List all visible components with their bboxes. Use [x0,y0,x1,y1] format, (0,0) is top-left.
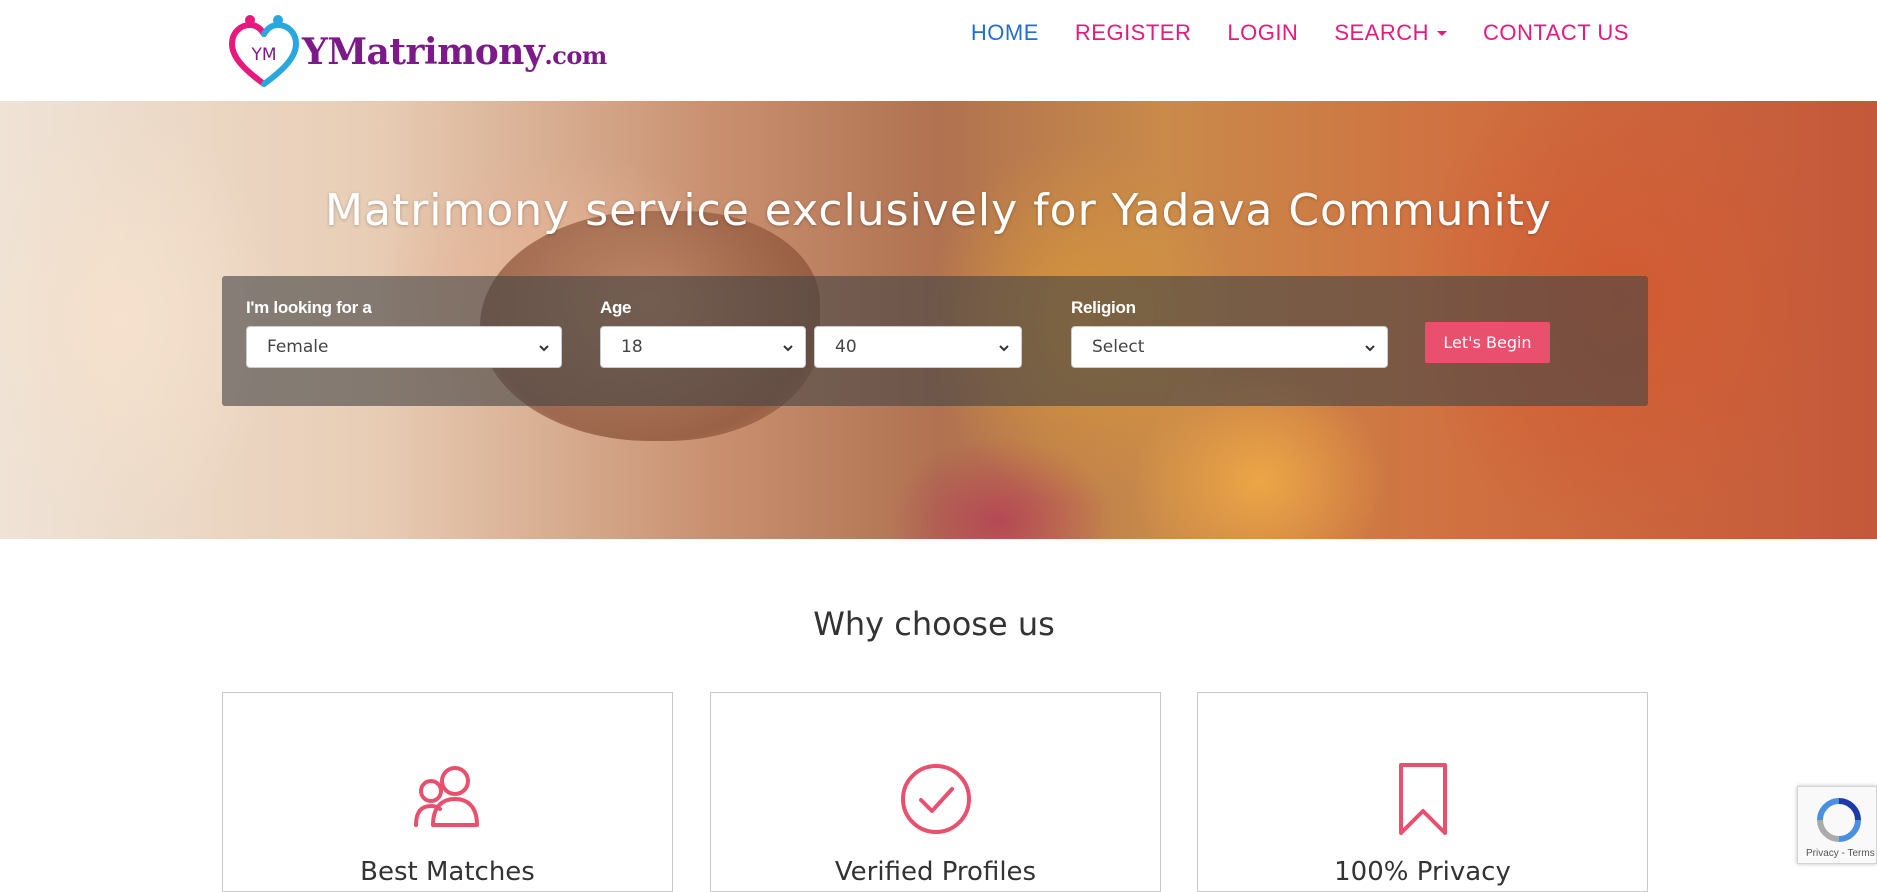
age-max-select[interactable]: 40 [814,326,1022,368]
recaptcha-badge[interactable]: Privacy - Terms [1797,786,1877,864]
chevron-down-icon [999,345,1009,352]
nav-search-dropdown[interactable]: SEARCH [1316,18,1465,48]
users-icon [413,766,479,827]
age-min-value: 18 [621,337,643,357]
feature-title: Best Matches [360,857,535,887]
chevron-down-icon [783,345,793,352]
chevron-down-icon [1365,345,1375,352]
hero-title: Matrimony service exclusively for Yadava… [325,185,1552,236]
recaptcha-icon [1817,798,1861,842]
lets-begin-button[interactable]: Let's Begin [1425,322,1550,363]
religion-value: Select [1092,337,1145,357]
check-circle-icon [900,764,971,834]
nav-register[interactable]: REGISTER [1057,18,1209,48]
looking-for-value: Female [267,337,329,357]
religion-select[interactable]: Select [1071,326,1388,368]
bookmark-icon [1398,763,1447,835]
quick-search-form: I'm looking for a Female Age 18 40 Relig… [222,276,1648,406]
caret-down-icon [1437,30,1448,36]
logo-initials: YM [250,45,276,65]
recaptcha-links[interactable]: Privacy - Terms [1806,848,1875,859]
age-max-value: 40 [835,337,857,357]
age-min-select[interactable]: 18 [600,326,806,368]
nav-search-label: SEARCH [1334,20,1430,45]
brand-suffix: .com [544,41,607,70]
religion-label: Religion [1071,298,1136,317]
chevron-down-icon [539,345,549,352]
feature-card-privacy: 100% Privacy [1197,692,1648,892]
looking-for-select[interactable]: Female [246,326,562,368]
age-label: Age [600,298,632,317]
site-logo[interactable]: YM YMatrimony.com [228,14,607,90]
why-choose-us-heading: Why choose us [813,605,1055,643]
looking-for-label: I'm looking for a [246,298,372,317]
main-nav: HOME REGISTER LOGIN SEARCH CONTACT US [953,18,1647,48]
feature-title: Verified Profiles [834,857,1037,887]
logo-wordmark: YMatrimony.com [302,31,607,73]
feature-card-verified-profiles: Verified Profiles [710,692,1161,892]
feature-title: 100% Privacy [1334,857,1511,887]
nav-login[interactable]: LOGIN [1209,18,1316,48]
feature-card-best-matches: Best Matches [222,692,673,892]
brand-name: YMatrimony [302,31,545,73]
heart-logo-icon: YM [228,14,300,90]
site-header: YM YMatrimony.com HOME REGISTER LOGIN SE… [0,0,1877,101]
nav-home[interactable]: HOME [953,18,1057,48]
nav-contact-us[interactable]: CONTACT US [1465,18,1647,48]
hero-banner: Matrimony service exclusively for Yadava… [0,101,1877,539]
